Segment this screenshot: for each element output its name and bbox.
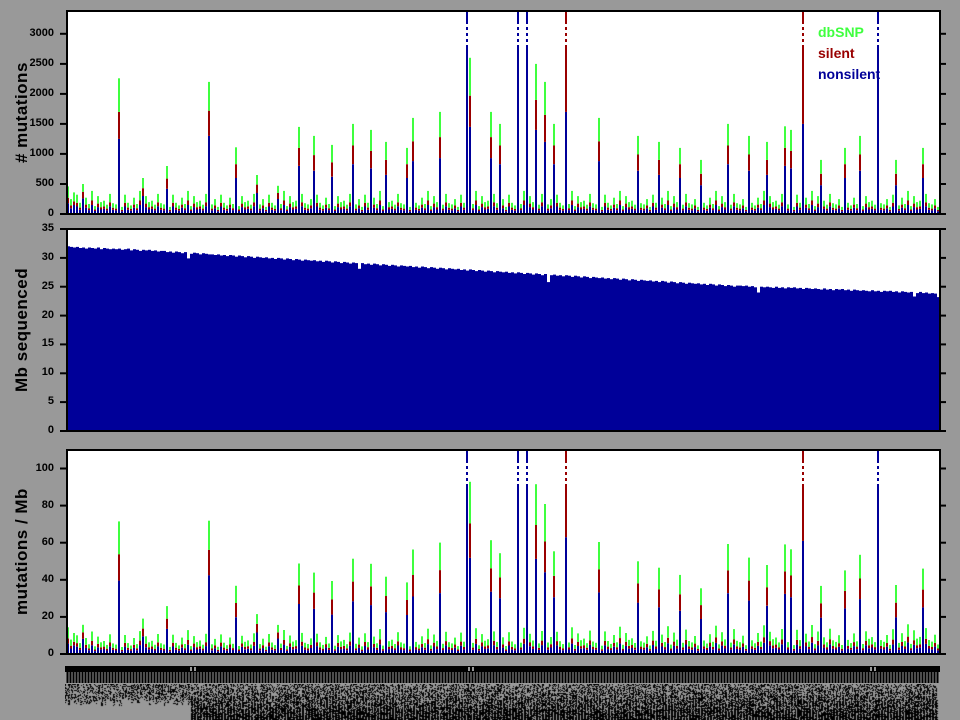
sample-tick-comb [57, 672, 946, 684]
y-tick-labels-mutations: 050010001500200025003000 [0, 10, 54, 215]
mutations-per-mb-panel-plot [57, 449, 946, 655]
y-tick-labels-mb: 05101520253035 [0, 228, 54, 432]
mb-sequenced-panel-plot [57, 228, 946, 432]
legend-item-dbsnp: dbSNP [818, 22, 880, 43]
legend-item-nonsilent: nonsilent [818, 64, 880, 85]
legend: dbSNP silent nonsilent [818, 22, 880, 85]
y-tick-labels-rate: 020406080100 [0, 449, 54, 655]
mutation-figure: # mutations 050010001500200025003000 dbS… [0, 0, 960, 720]
mutations-panel-plot [57, 10, 946, 215]
legend-item-silent: silent [818, 43, 880, 64]
sample-labels-illegible [65, 684, 940, 720]
